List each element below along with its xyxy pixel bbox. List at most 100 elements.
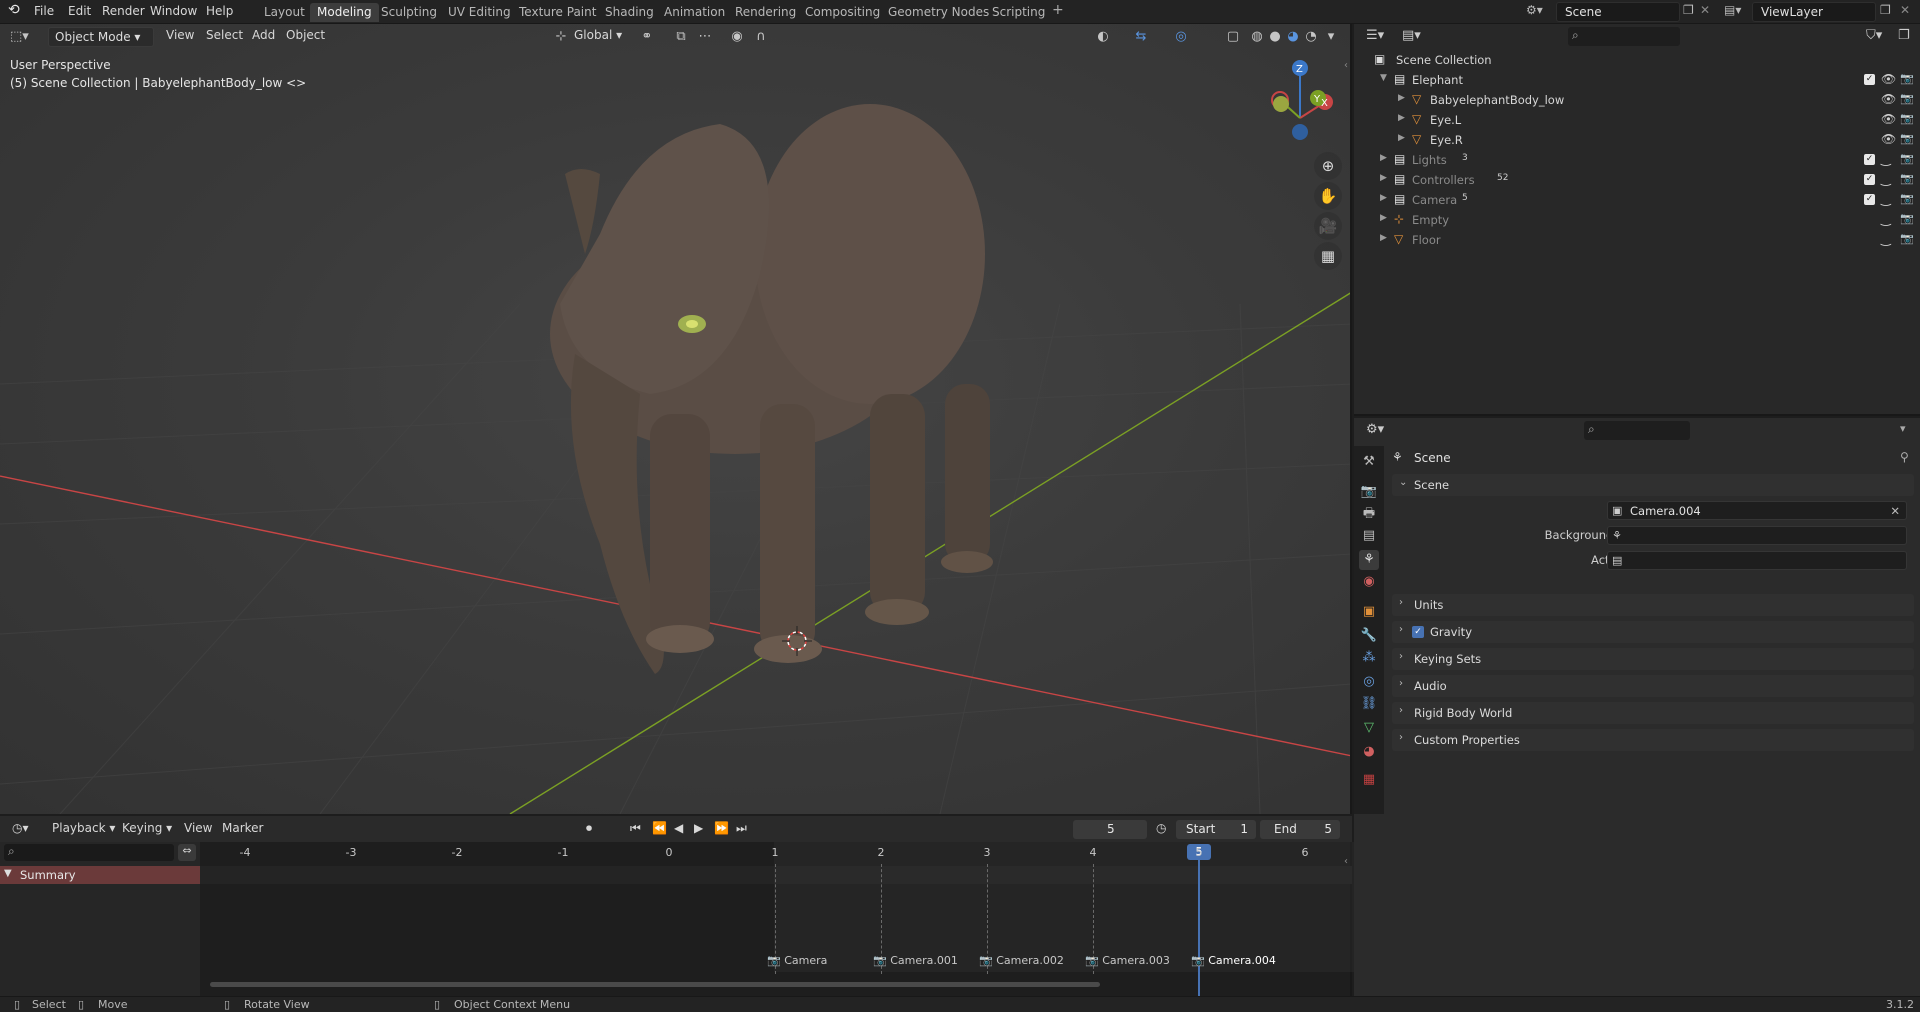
chevron-right-icon[interactable]: ▶ bbox=[1380, 173, 1387, 183]
viewport-menu-view[interactable]: View bbox=[166, 28, 194, 42]
outliner-row[interactable]: ▶ ▤ Camera 5 ✓ ‿ 📷 bbox=[1354, 190, 1920, 210]
view-layer-icon[interactable]: ▤▾ bbox=[1724, 3, 1741, 17]
timeline-scrollbar[interactable] bbox=[210, 982, 1100, 987]
clear-camera-icon[interactable]: ✕ bbox=[1890, 504, 1900, 518]
wireframe-shading-icon[interactable]: ◍ bbox=[1248, 28, 1266, 46]
constraints-tab-icon[interactable]: ⛓ bbox=[1359, 694, 1379, 714]
render-camera-icon[interactable]: 📷 bbox=[1900, 232, 1914, 245]
object-tab-icon[interactable]: ▣ bbox=[1359, 602, 1379, 622]
exclude-checkbox[interactable]: ✓ bbox=[1864, 194, 1875, 205]
render-camera-icon[interactable]: 📷 bbox=[1900, 212, 1914, 225]
outliner-search-input[interactable] bbox=[1568, 27, 1680, 46]
eye-closed-icon[interactable]: ‿ bbox=[1881, 232, 1891, 246]
swap-icon[interactable]: ⇔ bbox=[178, 844, 196, 861]
visibility-icon[interactable]: ◐ bbox=[1094, 28, 1112, 46]
outliner-row[interactable]: ▶ ▽ Eye.R 👁 📷 bbox=[1354, 130, 1920, 150]
timeline-marker[interactable]: 📷 Camera.004 bbox=[1191, 954, 1276, 967]
jump-end-icon[interactable]: ⏭ bbox=[736, 821, 747, 836]
tab-scripting[interactable]: Scripting bbox=[985, 3, 1052, 22]
world-tab-icon[interactable]: ◉ bbox=[1359, 572, 1379, 592]
render-tab-icon[interactable]: 📷 bbox=[1359, 482, 1379, 502]
exclude-checkbox[interactable]: ✓ bbox=[1864, 174, 1875, 185]
marker-menu[interactable]: Marker bbox=[222, 821, 263, 835]
transform-orientation-icon[interactable]: ⊹ bbox=[552, 28, 570, 46]
render-camera-icon[interactable]: 📷 bbox=[1900, 112, 1914, 125]
eye-closed-icon[interactable]: ‿ bbox=[1881, 152, 1891, 166]
menu-help[interactable]: Help bbox=[206, 4, 233, 18]
end-frame-field[interactable]: End 5 bbox=[1260, 820, 1340, 839]
remove-view-layer-icon[interactable]: ✕ bbox=[1900, 3, 1910, 17]
overlay-toggle-icon[interactable]: ◎ bbox=[1172, 28, 1190, 46]
eye-icon[interactable]: 👁 bbox=[1881, 132, 1896, 146]
playhead-line[interactable] bbox=[1198, 860, 1200, 996]
menu-window[interactable]: Window bbox=[150, 4, 197, 18]
timeline-marker[interactable]: 📷 Camera.001 bbox=[873, 954, 958, 967]
chevron-right-icon[interactable]: ▶ bbox=[1398, 113, 1405, 123]
tab-rendering[interactable]: Rendering bbox=[728, 3, 803, 22]
physics-tab-icon[interactable]: ◎ bbox=[1359, 672, 1379, 692]
scene-selector[interactable]: Scene bbox=[1556, 2, 1680, 22]
chevron-right-icon[interactable]: ▶ bbox=[1398, 93, 1405, 103]
record-icon[interactable]: ⏺ bbox=[586, 821, 592, 836]
tab-uv-editing[interactable]: UV Editing bbox=[441, 3, 518, 22]
3d-viewport[interactable]: Z X Y ⬚▾ Object Mode ▾ View Select Add O… bbox=[0, 24, 1352, 814]
playback-menu[interactable]: Playback ▾ bbox=[52, 821, 115, 835]
new-collection-icon[interactable]: ❐ bbox=[1898, 28, 1910, 43]
options-chevron-icon[interactable]: ▾ bbox=[1900, 422, 1906, 435]
tab-texture-paint[interactable]: Texture Paint bbox=[512, 3, 603, 22]
start-frame-field[interactable]: Start 1 bbox=[1176, 820, 1256, 839]
tab-geometry-nodes[interactable]: Geometry Nodes bbox=[881, 3, 996, 22]
render-camera-icon[interactable]: 📷 bbox=[1900, 72, 1914, 85]
sidebar-toggle-icon[interactable]: ‹ bbox=[1344, 856, 1348, 867]
chevron-right-icon[interactable]: ▶ bbox=[1398, 133, 1405, 143]
exclude-checkbox[interactable]: ✓ bbox=[1864, 74, 1875, 85]
pin-icon[interactable]: ⚲ bbox=[1900, 450, 1909, 464]
eye-icon[interactable]: 👁 bbox=[1881, 72, 1896, 86]
outliner-row[interactable]: ▶ ▽ BabyelephantBody_low 👁 📷 bbox=[1354, 90, 1920, 110]
rigid-body-world-panel-header[interactable]: › Rigid Body World bbox=[1392, 702, 1914, 724]
snap-icon[interactable]: ⧉ bbox=[672, 28, 690, 46]
keying-menu[interactable]: Keying ▾ bbox=[122, 821, 172, 835]
jump-keyframe-back-icon[interactable]: ⏪ bbox=[652, 821, 667, 835]
rendered-shading-icon[interactable]: ◔ bbox=[1302, 28, 1320, 46]
gravity-panel-header[interactable]: › ✓ Gravity bbox=[1392, 621, 1914, 643]
add-workspace-icon[interactable]: + bbox=[1052, 2, 1064, 18]
units-panel-header[interactable]: › Units bbox=[1392, 594, 1914, 616]
filter-icon[interactable]: ⛉▾ bbox=[1866, 28, 1882, 43]
texture-tab-icon[interactable]: ▦ bbox=[1359, 770, 1379, 790]
menu-file[interactable]: File bbox=[34, 4, 54, 18]
eye-icon[interactable]: 👁 bbox=[1881, 112, 1896, 126]
particles-tab-icon[interactable]: ⁂ bbox=[1359, 648, 1379, 668]
timeline-marker[interactable]: 📷 Camera bbox=[767, 954, 827, 967]
display-mode-icon[interactable]: ▤▾ bbox=[1402, 28, 1421, 43]
gravity-checkbox[interactable]: ✓ bbox=[1412, 626, 1424, 638]
blender-logo-icon[interactable]: ⟲ bbox=[8, 2, 20, 18]
material-shading-icon[interactable]: ◕ bbox=[1284, 28, 1302, 46]
modifier-tab-icon[interactable]: 🔧 bbox=[1359, 626, 1379, 646]
tab-layout[interactable]: Layout bbox=[257, 3, 312, 22]
output-tab-icon[interactable]: 🖶 bbox=[1359, 504, 1379, 524]
outliner-row[interactable]: ▼ ▤ Elephant ✓ 👁 📷 bbox=[1354, 70, 1920, 90]
scene-tab-icon[interactable]: ⚘ bbox=[1359, 550, 1379, 570]
camera-field[interactable]: ▣ Camera.004 ✕ bbox=[1607, 501, 1907, 520]
audio-panel-header[interactable]: › Audio bbox=[1392, 675, 1914, 697]
eye-closed-icon[interactable]: ‿ bbox=[1881, 192, 1891, 206]
outliner-row[interactable]: ▶ ▽ Floor ‿ 📷 bbox=[1354, 230, 1920, 250]
editor-type-icon[interactable]: ⬚▾ bbox=[10, 28, 29, 46]
summary-channel[interactable]: ▼ Summary bbox=[0, 866, 200, 884]
viewport-menu-add[interactable]: Add bbox=[252, 28, 275, 42]
render-camera-icon[interactable]: 📷 bbox=[1900, 172, 1914, 185]
chevron-right-icon[interactable]: ▶ bbox=[1380, 153, 1387, 163]
view-layer-tab-icon[interactable]: ▤ bbox=[1359, 526, 1379, 546]
orientation-dropdown[interactable]: Global ▾ bbox=[574, 28, 622, 42]
render-camera-icon[interactable]: 📷 bbox=[1900, 192, 1914, 205]
viewport-menu-select[interactable]: Select bbox=[206, 28, 243, 42]
remove-scene-icon[interactable]: ✕ bbox=[1700, 3, 1710, 17]
channel-search-input[interactable] bbox=[4, 844, 174, 861]
jump-start-icon[interactable]: ⏮ bbox=[630, 821, 641, 836]
custom-properties-panel-header[interactable]: › Custom Properties bbox=[1392, 729, 1914, 751]
tab-compositing[interactable]: Compositing bbox=[798, 3, 887, 22]
timeline-marker[interactable]: 📷 Camera.002 bbox=[979, 954, 1064, 967]
timeline-frame-area[interactable] bbox=[200, 842, 1362, 996]
elephant-model[interactable] bbox=[550, 104, 993, 674]
